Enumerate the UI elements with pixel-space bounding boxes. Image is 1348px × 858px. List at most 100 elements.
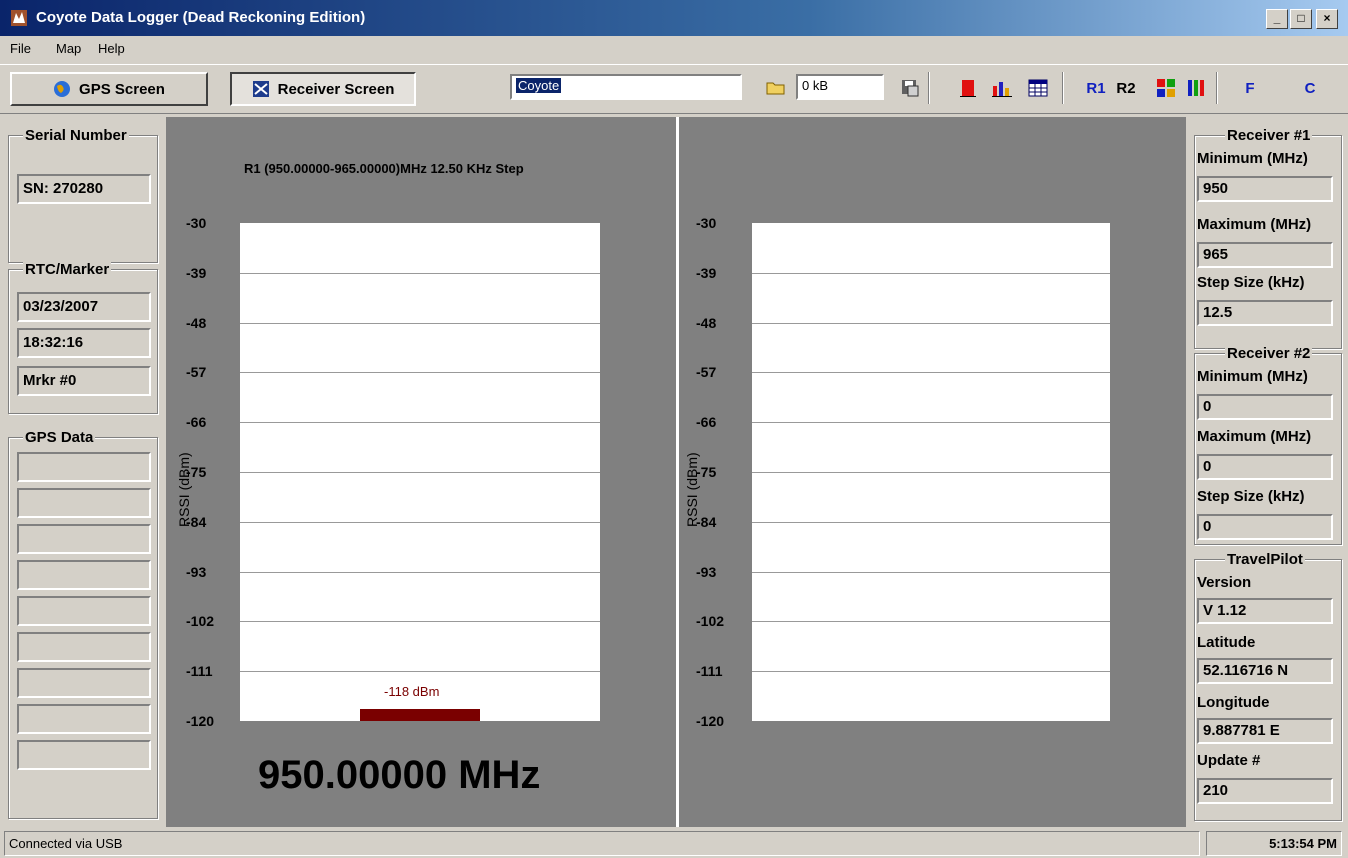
y-tick-label: -39: [186, 264, 207, 281]
file-size-field: 0 kB: [796, 74, 884, 100]
serial-number-field: SN: 270280: [17, 174, 151, 204]
update-number-label: Update #: [1197, 752, 1261, 769]
gps-data-field: [17, 488, 151, 518]
y-tick-label: -48: [186, 314, 207, 331]
status-clock: 5:13:54 PM: [1206, 831, 1342, 856]
receiver-screen-button[interactable]: Receiver Screen: [230, 72, 416, 106]
column-layout-button[interactable]: [1182, 74, 1210, 102]
gridline: [240, 472, 600, 473]
r2-minimum-label: Minimum (MHz): [1197, 368, 1308, 385]
receiver1-chart-panel: R1 (950.00000-965.00000)MHz 12.50 KHz St…: [166, 117, 676, 827]
version-label: Version: [1197, 574, 1252, 591]
y-tick-label: -120: [186, 713, 215, 729]
r1-minimum-label: Minimum (MHz): [1197, 150, 1308, 167]
r1-maximum-label: Maximum (MHz): [1197, 216, 1312, 233]
travelpilot-group: TravelPilot Version V 1.12 Latitude 52.1…: [1194, 551, 1342, 821]
gps-screen-button[interactable]: GPS Screen: [10, 72, 208, 106]
y-tick-label: -102: [696, 613, 725, 630]
split-layout-button[interactable]: [1152, 74, 1180, 102]
y-tick-label: -111: [696, 663, 723, 680]
longitude-label: Longitude: [1197, 694, 1270, 711]
connection-status: Connected via USB: [4, 831, 1200, 856]
y-tick-label: -93: [186, 563, 207, 580]
receiver-screen-label: Receiver Screen: [277, 80, 395, 98]
gridline: [752, 671, 1110, 673]
receiver1-y-axis-label: RSSI (dBm): [176, 452, 192, 527]
columns-icon: [1188, 80, 1204, 96]
latitude-field: 52.116716 N: [1197, 658, 1333, 684]
coyote-app-icon: [11, 10, 27, 26]
gridline: [240, 372, 600, 374]
gps-data-field: [17, 632, 151, 662]
open-folder-button[interactable]: [762, 74, 790, 102]
travelpilot-title: TravelPilot: [1225, 551, 1305, 568]
menu-help[interactable]: Help: [98, 41, 125, 56]
serial-number-title: Serial Number: [23, 127, 129, 144]
gps-data-title: GPS Data: [23, 429, 96, 446]
marker-field: Mrkr #0: [17, 366, 151, 396]
multi-bar-view-button[interactable]: [988, 74, 1016, 102]
receiver2-title: Receiver #2: [1225, 345, 1313, 362]
title-bar[interactable]: Coyote Data Logger (Dead Reckoning Editi…: [0, 0, 1348, 36]
status-bar: Connected via USB 5:13:54 PM: [0, 828, 1348, 858]
receiver2-y-axis-label: RSSI (dBm): [684, 452, 700, 527]
gridline: [240, 621, 600, 623]
toolbar-separator: [1216, 72, 1218, 104]
gridline: [240, 322, 600, 324]
minimize-button[interactable]: _: [1266, 9, 1288, 29]
close-button[interactable]: ×: [1316, 9, 1338, 29]
bar-chart-icon: [992, 82, 1012, 97]
receiver2-chart-panel: -30 -39 -48 -57 -66 -75 -84 -93 -102 -111 -120 RSS…: [680, 117, 1186, 827]
menu-bar: File Map Help: [0, 36, 1348, 62]
r2-maximum-field: 0: [1197, 454, 1333, 480]
y-tick-label: -30: [186, 215, 207, 231]
gridline: [752, 472, 1110, 473]
gridline: [752, 272, 1110, 274]
single-bar-icon: [960, 80, 976, 97]
gridline: [240, 671, 600, 673]
gps-data-field: [17, 524, 151, 554]
celsius-button[interactable]: C: [1296, 74, 1324, 102]
gps-screen-label: GPS Screen: [79, 80, 165, 98]
time-field: 18:32:16: [17, 328, 151, 358]
y-tick-label: -93: [696, 563, 717, 580]
r1-step-size-field: 12.5: [1197, 300, 1333, 326]
gridline: [752, 621, 1110, 623]
log-name-input[interactable]: Coyote: [510, 74, 742, 100]
app-window: Coyote Data Logger (Dead Reckoning Editi…: [0, 0, 1348, 858]
r2-minimum-field: 0: [1197, 394, 1333, 420]
y-tick-label: -66: [186, 414, 207, 431]
y-tick-label: -57: [696, 364, 717, 381]
r1-minimum-field: 950: [1197, 176, 1333, 202]
single-bar-view-button[interactable]: [954, 74, 982, 102]
menu-file[interactable]: File: [10, 41, 31, 56]
fahrenheit-button[interactable]: F: [1236, 74, 1264, 102]
toolbar-separator: [1062, 72, 1064, 104]
rtc-marker-group: RTC/Marker 03/23/2007 18:32:16 Mrkr #0: [8, 261, 158, 414]
r2-step-size-field: 0: [1197, 514, 1333, 540]
gridline: [752, 571, 1110, 573]
save-log-button[interactable]: [896, 74, 924, 102]
menu-map[interactable]: Map: [56, 41, 81, 56]
gps-data-field: [17, 740, 151, 770]
serial-number-group: Serial Number SN: 270280: [8, 127, 158, 263]
gridline: [752, 322, 1110, 324]
gps-data-field: [17, 560, 151, 590]
r1-button[interactable]: R1: [1082, 74, 1110, 102]
log-name-value: Coyote: [516, 78, 562, 93]
current-frequency: 950.00000 MHz: [258, 753, 541, 797]
maximize-button[interactable]: □: [1290, 9, 1312, 29]
table-icon: [1028, 79, 1048, 97]
y-tick-label: -57: [186, 364, 207, 381]
receiver-icon: [252, 81, 269, 97]
right-panel: Receiver #1 Minimum (MHz) 950 Maximum (M…: [1186, 117, 1348, 827]
receiver1-chart-title: R1 (950.00000-965.00000)MHz 12.50 KHz St…: [244, 161, 524, 176]
r1-step-size-label: Step Size (kHz): [1197, 274, 1305, 291]
y-tick-label: -102: [186, 613, 215, 630]
table-view-button[interactable]: [1024, 74, 1052, 102]
gridline: [240, 422, 600, 424]
r2-step-size-label: Step Size (kHz): [1197, 488, 1305, 505]
update-number-field: 210: [1197, 778, 1333, 804]
r2-button[interactable]: R2: [1112, 74, 1140, 102]
version-field: V 1.12: [1197, 598, 1333, 624]
